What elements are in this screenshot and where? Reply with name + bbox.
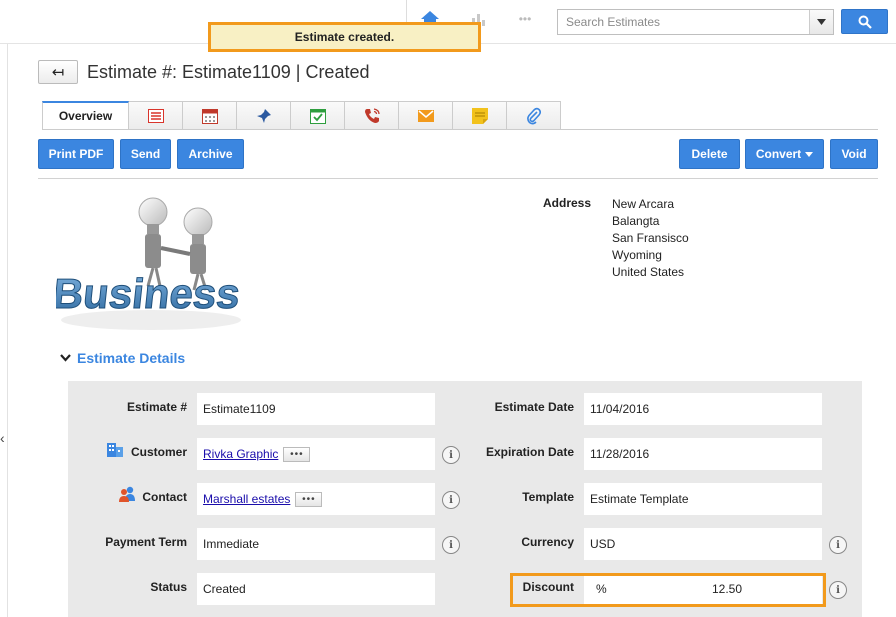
- expiration-date-label: Expiration Date: [485, 445, 574, 459]
- search-button[interactable]: [841, 9, 888, 34]
- contact-link[interactable]: Marshall estates: [203, 492, 290, 506]
- building-icon: [106, 441, 124, 460]
- address-line: United States: [612, 265, 685, 279]
- more-apps-icon[interactable]: •••: [514, 8, 536, 30]
- template-label: Template: [522, 490, 574, 504]
- estimate-no-value: Estimate1109: [197, 393, 435, 425]
- payment-term-label: Payment Term: [105, 535, 187, 549]
- address-label: Address: [543, 196, 592, 210]
- tab-mail[interactable]: [399, 101, 453, 130]
- chevron-down-icon: [805, 151, 814, 157]
- address-line: San Fransisco: [612, 231, 689, 245]
- currency-info-icon[interactable]: i: [829, 536, 847, 554]
- estimate-details-header[interactable]: Estimate Details: [60, 350, 185, 366]
- customer-lookup-button[interactable]: •••: [283, 446, 311, 462]
- contact-value: Marshall estates •••: [197, 483, 435, 515]
- status-label: Status: [150, 580, 187, 594]
- toast-notification: Estimate created.: [208, 22, 481, 52]
- address-line: Balangta: [612, 214, 660, 228]
- search-icon: [858, 15, 872, 29]
- discount-info-icon[interactable]: i: [829, 581, 847, 599]
- note-icon: [471, 107, 488, 124]
- attachment-icon: [526, 107, 541, 124]
- delete-button[interactable]: Delete: [679, 139, 740, 169]
- template-value: Estimate Template: [584, 483, 822, 515]
- convert-button[interactable]: Convert: [745, 139, 824, 169]
- chevron-down-icon: [60, 354, 71, 362]
- tab-tasks[interactable]: [291, 101, 345, 130]
- contact-lookup-button[interactable]: •••: [295, 491, 323, 507]
- back-arrow-icon: ↤: [51, 64, 65, 81]
- list-icon: [147, 108, 164, 123]
- phone-icon: [364, 107, 380, 123]
- address-line: Wyoming: [612, 248, 662, 262]
- page-title: Estimate #: Estimate1109 | Created: [87, 62, 370, 82]
- pin-icon: [256, 108, 271, 123]
- image-word: Business: [56, 270, 242, 317]
- contact-label: Contact: [142, 490, 187, 504]
- expiration-date-value: 11/28/2016: [584, 438, 822, 470]
- estimate-no-label: Estimate #: [126, 400, 187, 414]
- contact-info-icon[interactable]: i: [442, 491, 460, 509]
- mail-icon: [417, 109, 434, 122]
- tab-notes[interactable]: [453, 101, 507, 130]
- estimate-image: Business: [56, 197, 243, 330]
- customer-label: Customer: [130, 445, 187, 459]
- tab-overview[interactable]: Overview: [42, 101, 129, 130]
- section-title: Estimate Details: [77, 350, 186, 366]
- estimate-date-label: Estimate Date: [494, 400, 574, 414]
- void-button[interactable]: Void: [830, 139, 878, 169]
- customer-value: Rivka Graphic •••: [197, 438, 435, 470]
- back-button[interactable]: ↤: [38, 60, 78, 84]
- tab-calendar[interactable]: [183, 101, 237, 130]
- search-dropdown-button[interactable]: [809, 10, 833, 34]
- address-value: New Arcara Balangta San Fransisco Wyomin…: [612, 196, 689, 281]
- status-value: Created: [197, 573, 435, 605]
- calendar-icon: [201, 108, 218, 124]
- payment-term-info-icon[interactable]: i: [442, 536, 460, 554]
- toast-message: Estimate created.: [294, 30, 395, 44]
- tab-attachments[interactable]: [507, 101, 561, 130]
- tab-calls[interactable]: [345, 101, 399, 130]
- tabs-divider: [42, 129, 878, 130]
- chevron-down-icon: [817, 19, 826, 25]
- left-sidebar-edge: ‹: [0, 44, 8, 617]
- tab-line-items[interactable]: [129, 101, 183, 130]
- customer-info-icon[interactable]: i: [442, 446, 460, 464]
- task-icon: [309, 108, 326, 124]
- discount-highlight: [510, 573, 826, 607]
- send-button[interactable]: Send: [120, 139, 171, 169]
- currency-value: USD: [584, 528, 822, 560]
- address-line: New Arcara: [612, 197, 675, 211]
- currency-label: Currency: [521, 535, 574, 549]
- sidebar-collapse-icon[interactable]: ‹: [0, 430, 5, 446]
- search-input[interactable]: [558, 10, 809, 34]
- tab-pin[interactable]: [237, 101, 291, 130]
- customer-link[interactable]: Rivka Graphic: [203, 447, 278, 461]
- estimate-date-value: 11/04/2016: [584, 393, 822, 425]
- search-box: [557, 9, 834, 35]
- contact-icon: [118, 486, 136, 505]
- record-tabs: Overview: [42, 101, 561, 130]
- toolbar-divider: [38, 178, 878, 179]
- archive-button[interactable]: Archive: [177, 139, 244, 169]
- payment-term-value: Immediate: [197, 528, 435, 560]
- print-pdf-button[interactable]: Print PDF: [38, 139, 114, 169]
